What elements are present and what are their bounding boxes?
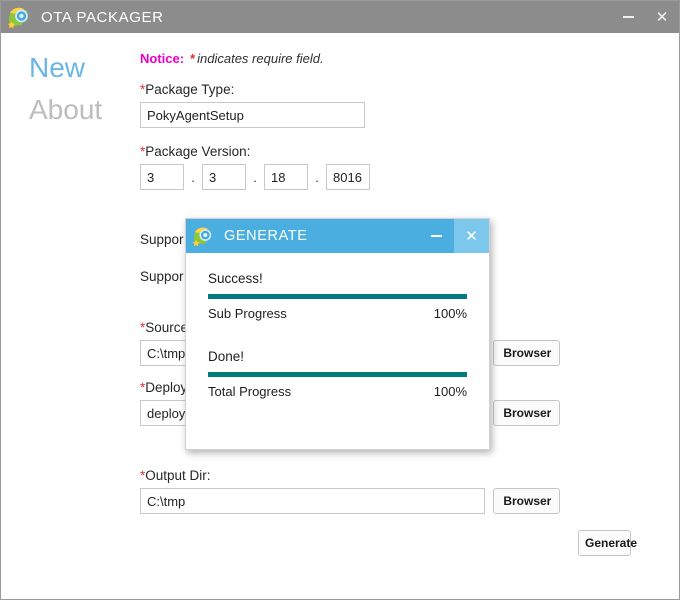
sub-progress-label: Sub Progress <box>208 306 287 321</box>
generate-button[interactable]: Generate <box>578 530 637 556</box>
total-progress-fill <box>208 372 467 377</box>
generate-dialog: GENERATE ✕ Success! Sub Progress 100% Do… <box>185 218 490 450</box>
sub-progress-percent: 100% <box>433 306 467 321</box>
notice-text: indicates require field. <box>197 51 324 66</box>
total-progress-status: Done! <box>208 349 245 364</box>
version-patch-input[interactable] <box>264 164 308 190</box>
app-window: OTA PACKAGER ✕ New About Notice: * indicat… <box>0 0 680 600</box>
output-dir-label-text: Output Dir: <box>145 468 211 483</box>
package-version-label: *Package Version: <box>140 144 560 159</box>
version-major-input[interactable] <box>140 164 184 190</box>
sidebar-item-about[interactable]: About <box>29 89 129 131</box>
window-controls: ✕ <box>611 1 679 33</box>
sub-progress-status: Success! <box>208 271 263 286</box>
output-dir-label: *Output Dir: <box>140 468 560 483</box>
package-version-row: . . . <box>140 164 560 190</box>
close-button[interactable]: ✕ <box>645 1 679 33</box>
dialog-title: GENERATE <box>224 228 308 244</box>
version-separator: . <box>191 169 195 185</box>
output-dir-browser-button[interactable]: Browser <box>493 488 560 514</box>
deploy-label-text: Deploy <box>145 380 188 395</box>
sub-progress-legend: Sub Progress 100% <box>208 306 467 321</box>
ota-app-icon <box>7 5 31 29</box>
output-dir-row: Browser <box>140 488 560 514</box>
version-minor-input[interactable] <box>202 164 246 190</box>
notice-asterisk: * <box>190 51 196 66</box>
sub-progress-bar <box>208 294 467 299</box>
sidebar: New About <box>29 47 129 131</box>
dialog-spacer <box>208 321 467 349</box>
package-version-label-text: Package Version: <box>145 144 251 159</box>
version-separator: . <box>315 169 319 185</box>
app-title: OTA PACKAGER <box>41 8 164 26</box>
output-dir-input[interactable] <box>140 488 486 514</box>
total-progress-percent: 100% <box>433 384 467 399</box>
dialog-window-controls: ✕ <box>419 219 489 253</box>
minimize-button[interactable] <box>611 1 645 33</box>
dialog-title-bar: GENERATE ✕ <box>186 219 489 253</box>
minimize-icon <box>622 16 634 18</box>
version-build-input[interactable] <box>326 164 370 190</box>
total-progress-bar <box>208 372 467 377</box>
package-type-label-text: Package Type: <box>145 82 235 97</box>
notice-label: Notice: <box>140 51 185 66</box>
total-progress-legend: Total Progress 100% <box>208 384 467 399</box>
ota-app-icon <box>192 225 214 247</box>
deploy-browser-button[interactable]: Browser <box>493 400 560 426</box>
notice: Notice: * indicates require field. <box>140 51 560 66</box>
package-type-label: *Package Type: <box>140 82 560 97</box>
dialog-body: Success! Sub Progress 100% Done! Total P… <box>186 253 489 399</box>
package-type-input[interactable] <box>140 102 365 128</box>
source-browser-button[interactable]: Browser <box>493 340 560 366</box>
total-progress-label: Total Progress <box>208 384 292 399</box>
version-separator: . <box>253 169 257 185</box>
source-label-text: Source <box>145 320 189 335</box>
sidebar-item-new[interactable]: New <box>29 47 129 89</box>
dialog-minimize-button[interactable] <box>419 219 454 253</box>
dialog-close-button[interactable]: ✕ <box>454 219 489 253</box>
sub-progress-fill <box>208 294 467 299</box>
title-bar: OTA PACKAGER ✕ <box>1 1 679 33</box>
minimize-icon <box>431 235 442 237</box>
